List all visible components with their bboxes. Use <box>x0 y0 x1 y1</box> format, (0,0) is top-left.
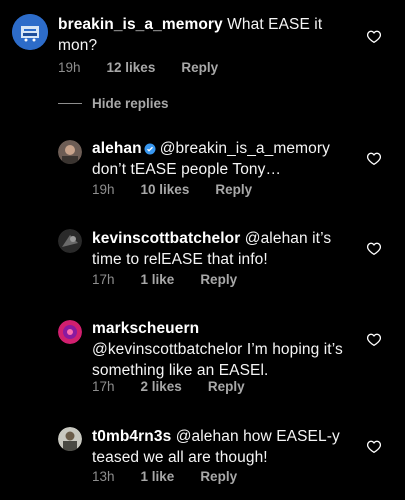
comment-username[interactable]: kevinscottbatchelor <box>92 230 240 247</box>
heart-icon[interactable] <box>367 30 381 43</box>
heart-icon[interactable] <box>367 440 381 453</box>
avatar[interactable] <box>12 14 48 50</box>
comment-username[interactable]: markscheuern <box>92 320 199 337</box>
hide-replies-label: Hide replies <box>92 96 169 111</box>
comment-text: @kevinscottbatchelor I’m hoping it’s som… <box>92 341 343 379</box>
reply-button[interactable]: Reply <box>215 182 252 197</box>
comment-timestamp: 19h <box>92 182 115 197</box>
hide-replies-button[interactable]: Hide replies <box>58 96 169 111</box>
reply-button[interactable]: Reply <box>208 379 245 394</box>
comment-likes-count[interactable]: 2 likes <box>141 379 182 394</box>
heart-icon[interactable] <box>367 152 381 165</box>
reply-button[interactable]: Reply <box>181 60 218 75</box>
reply-button[interactable]: Reply <box>200 272 237 287</box>
comment-username[interactable]: breakin_is_a_memory <box>58 16 223 33</box>
comment-username[interactable]: alehan <box>92 140 142 157</box>
verified-badge-icon <box>144 143 156 155</box>
avatar[interactable] <box>58 229 82 253</box>
divider-line <box>58 103 82 104</box>
heart-icon[interactable] <box>367 242 381 255</box>
comment-likes-count[interactable]: 1 like <box>141 272 175 287</box>
comment-username[interactable]: t0mb4rn3s <box>92 428 171 445</box>
heart-icon[interactable] <box>367 333 381 346</box>
reply-button[interactable]: Reply <box>200 469 237 484</box>
comment-timestamp: 13h <box>92 469 115 484</box>
comment-likes-count[interactable]: 1 like <box>141 469 175 484</box>
avatar[interactable] <box>58 320 82 344</box>
avatar[interactable] <box>58 140 82 164</box>
avatar[interactable] <box>58 427 82 451</box>
comment-likes-count[interactable]: 12 likes <box>107 60 156 75</box>
comment-timestamp: 19h <box>58 60 81 75</box>
comment-timestamp: 17h <box>92 272 115 287</box>
comment-likes-count[interactable]: 10 likes <box>141 182 190 197</box>
comment-timestamp: 17h <box>92 379 115 394</box>
